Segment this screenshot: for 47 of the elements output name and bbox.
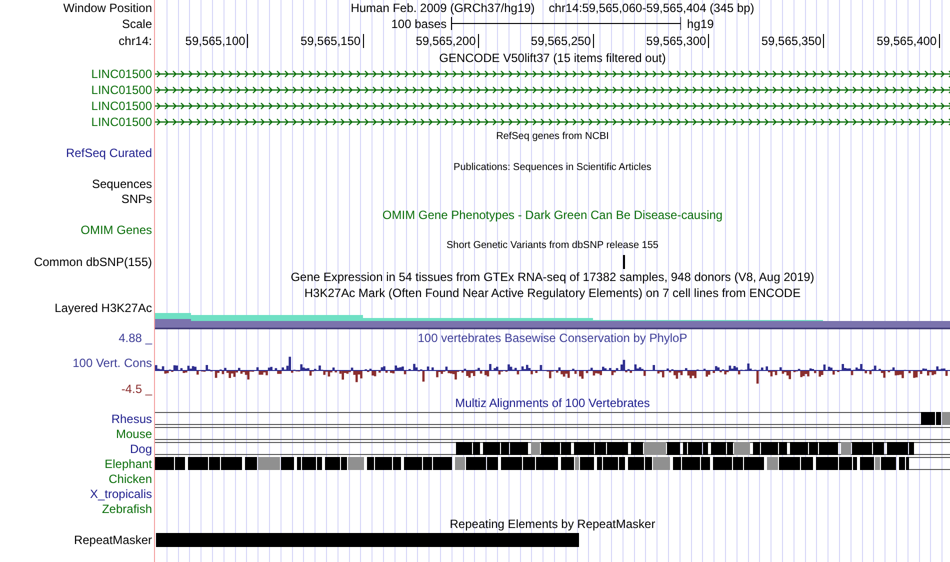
species-label[interactable]: Chicken [108, 472, 152, 486]
assembly-text: hg19 [687, 16, 714, 30]
track-title: Gene Expression in 54 tissues from GTEx RNA-seq of 17382 samples, 948 donors (V8, Aug 2019) [290, 270, 814, 284]
axis-max-label: 4.88 _ [118, 330, 152, 344]
species-label[interactable]: Zebrafish [102, 502, 152, 516]
snp-mark[interactable] [623, 254, 625, 268]
gene-label[interactable]: LINC01500 [91, 82, 152, 96]
track-label[interactable]: Layered H3K27Ac [54, 300, 152, 314]
track-label[interactable]: Common dbSNP(155) [34, 254, 152, 268]
track-title: Short Genetic Variants from dbSNP release 155 [446, 238, 658, 253]
ruler-tick-label: 59,565,100 [185, 34, 248, 48]
track-title: Publications: Sequences in Scientific Articles [454, 161, 652, 176]
species-label[interactable]: Elephant [104, 456, 152, 470]
track-title: 100 vertebrates Basewise Conservation by PhyloP [418, 330, 688, 344]
ruler-tick-label: 59,565,300 [646, 34, 710, 48]
ruler-tick-label: 59,565,200 [416, 34, 479, 48]
ruler-tick-label: 59,565,150 [300, 34, 364, 48]
species-label[interactable]: Mouse [116, 426, 152, 440]
species-label[interactable]: Rhesus [111, 412, 152, 426]
track-label[interactable]: RepeatMasker [74, 532, 152, 546]
repeat-bar[interactable] [156, 532, 579, 546]
ruler-tick-label: 59,565,400 [876, 34, 940, 48]
track-label[interactable]: RefSeq Curated [66, 146, 152, 160]
species-label[interactable]: Dog [130, 442, 152, 456]
track-title: RefSeq genes from NCBI [496, 130, 609, 144]
track-label[interactable]: 100 Vert. Cons [72, 356, 152, 370]
track-label[interactable]: SNPs [121, 192, 152, 206]
gene-label[interactable]: LINC01500 [91, 66, 152, 80]
position-text: chr14:59,565,060-59,565,404 (345 bp) [548, 0, 754, 14]
gene-label[interactable]: LINC01500 [91, 114, 152, 128]
scale-text: 100 bases [391, 16, 447, 30]
track-title: Multiz Alignments of 100 Vertebrates [455, 396, 650, 410]
track-title: OMIM Gene Phenotypes - Dark Green Can Be Disease-causing [382, 208, 723, 222]
track-label[interactable]: OMIM Genes [80, 223, 152, 238]
species-label[interactable]: X_tropicalis [90, 486, 152, 500]
gene-label[interactable]: LINC01500 [91, 98, 152, 112]
axis-min-label: -4.5 _ [121, 382, 152, 396]
row-label: Window Position [63, 0, 152, 14]
track-title: GENCODE V50lift37 (15 items filtered out) [439, 50, 666, 65]
ruler-tick-label: 59,565,350 [761, 34, 824, 48]
track-title: H3K27Ac Mark (Often Found Near Active Regulatory Elements) on 7 cell lines from ENCODE [304, 286, 801, 300]
ruler-tick-label: 59,565,250 [530, 34, 594, 48]
row-label: chr14: [118, 34, 152, 48]
row-label: Scale [122, 16, 152, 30]
track-title: Repeating Elements by RepeatMasker [450, 516, 656, 531]
track-label[interactable]: Sequences [92, 176, 152, 191]
assembly-text: Human Feb. 2009 (GRCh37/hg19) [350, 0, 535, 14]
